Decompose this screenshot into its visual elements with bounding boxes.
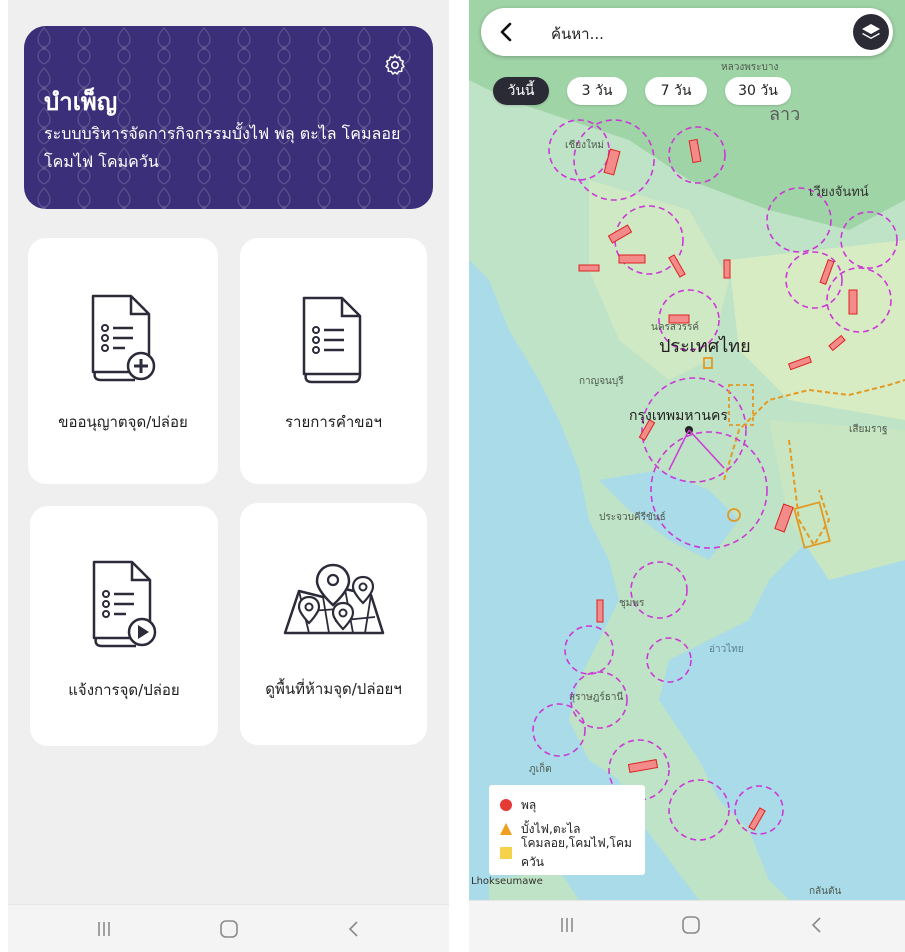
orange-triangle-icon [500,823,512,835]
map-label-prachuap: ประจวบคีรีขันธ์ [599,511,666,523]
filter-today-chip[interactable]: วันนี้ [493,77,549,105]
home-screen: บำเพ็ญ ระบบบริหารจัดการกิจกรรมบั้งไฟ พลุ… [8,0,449,952]
yellow-square-icon [500,847,512,859]
app-header-banner: บำเพ็ญ ระบบบริหารจัดการกิจกรรมบั้งไฟ พลุ… [24,26,433,209]
filter-3-days-chip[interactable]: 3 วัน [567,77,627,105]
back-icon[interactable] [342,917,366,941]
request-permit-label: ขออนุญาตจุด/ปล่อย [58,413,188,431]
red-circle-icon [500,799,512,811]
restricted-area-label: ดูพื้นที่ห้ามจุด/ปล่อยฯ [265,680,402,698]
document-play-icon [92,560,157,648]
legend-label: โคมลอย,โคมไฟ,โคมควัน [521,836,632,869]
document-add-icon [91,294,156,382]
notify-launch-card[interactable]: แจ้งการจุด/ปล่อย [30,506,218,746]
home-icon[interactable] [217,917,241,941]
search-input[interactable]: ค้นหา... [551,22,604,46]
page: บำเพ็ญ ระบบบริหารจัดการกิจกรรมบั้งไฟ พลุ… [0,0,905,952]
map-label-chiang-mai: เชียงใหม่ [565,139,604,151]
map-label-kanchanaburi: กาญจนบุรี [579,375,624,387]
legend-item-fireworks: พลุ [499,793,635,817]
system-nav-bar [8,904,449,952]
map-label-cambodia: เสียมราฐ [849,423,887,435]
search-bar[interactable]: ค้นหา... [481,8,893,56]
map-screen: หลวงพระบาง ลาว เชียงใหม่ เวียงจันทน์ นคร… [469,0,905,952]
request-list-card[interactable]: รายการคำขอฯ [240,238,427,484]
map-pins-icon [283,563,384,635]
map-label-nakhon-sawan: นครสวรรค์ [651,321,699,333]
gear-icon[interactable] [383,53,407,77]
layers-icon [862,24,880,39]
system-nav-bar [469,900,905,952]
map-label-vientiane: เวียงจันทน์ [809,184,869,200]
filter-7-days-chip[interactable]: 7 วัน [645,77,707,105]
app-title: บำเพ็ญ [44,88,118,116]
map-label-gulf: อ่าวไทย [709,643,744,655]
legend-item-lanterns: โคมลอย,โคมไฟ,โคมควัน [499,836,635,869]
map-label-kelantan: กลันตัน [809,886,842,897]
filter-30-days-chip[interactable]: 30 วัน [725,77,791,105]
map-label-phuket: ภูเก็ต [529,761,552,775]
map-label-thailand: ประเทศไทย [659,335,751,357]
home-icon[interactable] [679,913,703,937]
recent-apps-icon[interactable] [92,917,116,941]
restricted-area-map[interactable]: หลวงพระบาง ลาว เชียงใหม่ เวียงจันทน์ นคร… [469,0,905,900]
notify-launch-label: แจ้งการจุด/ปล่อย [68,681,180,699]
map-label-chumphon: ชุมพร [619,598,645,609]
layers-button[interactable] [853,14,889,50]
request-permit-card[interactable]: ขออนุญาตจุด/ปล่อย [28,238,218,484]
map-label-laos: ลาว [769,104,800,125]
map-label-luang-prabang: หลวงพระบาง [721,62,779,73]
back-icon[interactable] [805,913,829,937]
recent-apps-icon[interactable] [555,913,579,937]
request-list-label: รายการคำขอฯ [285,413,382,431]
map-legend: พลุ บั้งไฟ,ตะไล โคมลอย,โคมไฟ,โคมควัน [489,785,645,875]
map-label-lhokseumawe: Lhokseumawe [471,876,543,887]
back-arrow-icon[interactable] [495,20,519,44]
map-label-bangkok: กรุงเทพมหานคร [629,408,728,424]
restricted-area-card[interactable]: ดูพื้นที่ห้ามจุด/ปล่อยฯ [240,503,427,745]
map-label-surat: สุราษฎร์ธานี [569,691,623,703]
legend-label: พลุ [521,797,537,812]
document-list-icon [302,296,361,384]
app-subtitle: ระบบบริหารจัดการกิจกรรมบั้งไฟ พลุ ตะไล โ… [44,124,401,171]
